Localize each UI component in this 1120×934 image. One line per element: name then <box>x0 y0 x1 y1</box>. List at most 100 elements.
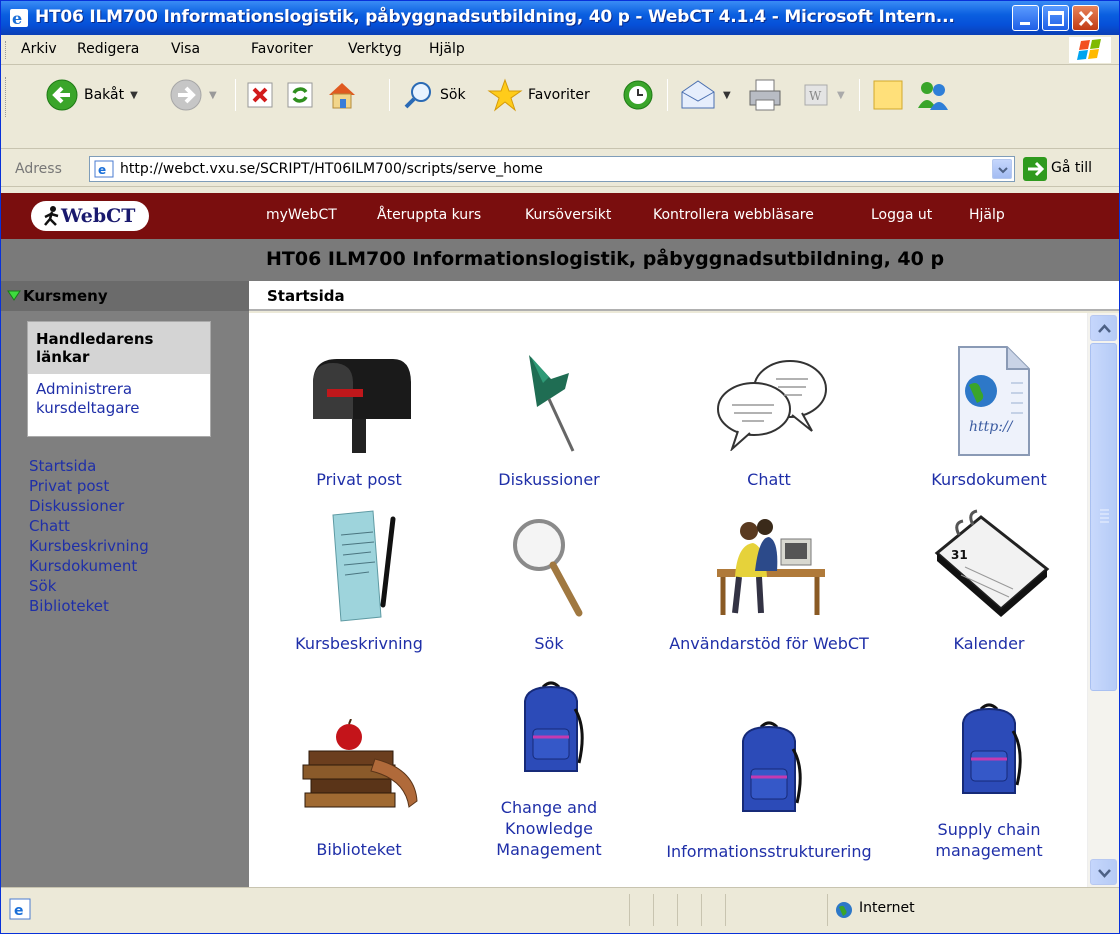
tool-chatt[interactable]: Chatt <box>669 343 869 493</box>
go-label[interactable]: Gå till <box>1051 160 1092 176</box>
back-dropdown-icon[interactable]: ▼ <box>130 90 138 101</box>
scroll-up-button[interactable] <box>1090 315 1117 341</box>
tool-kursdokument[interactable]: http:// Kursdokument <box>899 343 1079 493</box>
tool-label: Diskussioner <box>498 470 600 489</box>
tool-anvandarstod[interactable]: Användarstöd för WebCT <box>649 509 889 659</box>
chevron-down-icon <box>998 167 1008 174</box>
menu-hjalp[interactable]: Hjälp <box>429 41 465 57</box>
messenger-button[interactable] <box>915 73 951 117</box>
edit-dropdown-icon[interactable]: ▼ <box>837 90 845 101</box>
nav-resume-course[interactable]: Återuppta kurs <box>377 207 481 223</box>
printer-icon <box>749 79 781 111</box>
status-bar: e Internet <box>1 887 1119 933</box>
course-menu-links: Startsida Privat post Diskussioner Chatt… <box>29 456 149 616</box>
stop-button[interactable] <box>245 73 275 117</box>
tool-diskussioner[interactable]: Diskussioner <box>459 343 639 493</box>
edit-button[interactable]: W ▼ <box>801 73 845 117</box>
menu-link-kursbeskrivning[interactable]: Kursbeskrivning <box>29 536 149 556</box>
maximize-button[interactable] <box>1042 5 1069 31</box>
vertical-scrollbar[interactable] <box>1087 313 1119 887</box>
windows-logo <box>1069 37 1111 63</box>
tool-label: Kalender <box>953 634 1025 653</box>
refresh-icon <box>287 82 313 108</box>
page-icon: e <box>94 160 114 178</box>
svg-text:http://: http:// <box>969 419 1014 435</box>
menu-link-chatt[interactable]: Chatt <box>29 516 149 536</box>
tool-sok[interactable]: Sök <box>459 509 639 659</box>
pushpin-icon <box>529 355 575 452</box>
administer-students-link[interactable]: Administrera kursdeltagare <box>36 380 139 418</box>
history-button[interactable] <box>621 73 655 117</box>
title-bar: e HT06 ILM700 Informationslogistik, påby… <box>1 1 1119 35</box>
calendar-icon: 31 <box>934 509 1050 617</box>
refresh-button[interactable] <box>285 73 315 117</box>
scroll-down-button[interactable] <box>1090 859 1117 885</box>
menu-link-sok[interactable]: Sök <box>29 576 149 596</box>
instructor-links-title: Handledarens länkar <box>28 322 210 374</box>
status-separator <box>629 894 630 926</box>
course-title: HT06 ILM700 Informationslogistik, påbygg… <box>266 248 945 270</box>
window-title: HT06 ILM700 Informationslogistik, påbygg… <box>35 7 955 27</box>
forward-button[interactable]: ▼ <box>169 73 217 117</box>
nav-help[interactable]: Hjälp <box>969 207 1005 223</box>
tool-supply-chain-management[interactable]: Supply chain management <box>899 679 1079 869</box>
tool-label: Sök <box>534 634 564 653</box>
minimize-icon <box>1020 22 1030 25</box>
nav-mywebct[interactable]: myWebCT <box>266 207 337 223</box>
tool-kursbeskrivning[interactable]: Kursbeskrivning <box>269 509 449 659</box>
course-menu-header[interactable]: Kursmeny <box>1 281 249 311</box>
triangle-down-icon[interactable] <box>7 290 21 302</box>
svg-text:e: e <box>12 9 22 28</box>
menu-link-biblioteket[interactable]: Biblioteket <box>29 596 149 616</box>
tool-privat-post[interactable]: Privat post <box>269 343 449 493</box>
menu-link-kursdokument[interactable]: Kursdokument <box>29 556 149 576</box>
minimize-button[interactable] <box>1012 5 1039 31</box>
menu-favoriter[interactable]: Favoriter <box>251 41 313 57</box>
tool-label: Användarstöd för WebCT <box>669 634 869 653</box>
search-button[interactable]: Sök <box>401 73 466 117</box>
address-input[interactable]: e http://webct.vxu.se/SCRIPT/HT06ILM700/… <box>89 156 1015 182</box>
back-button[interactable]: Bakåt ▼ <box>45 73 138 117</box>
mail-button[interactable]: ▼ <box>679 73 731 117</box>
course-menu-title: Kursmeny <box>23 287 108 305</box>
close-icon <box>1078 10 1094 27</box>
tool-informationsstrukturering[interactable]: Informationsstrukturering <box>649 679 889 869</box>
menu-arkiv[interactable]: Arkiv <box>21 41 57 57</box>
tool-biblioteket[interactable]: Biblioteket <box>269 679 449 869</box>
tool-label: Kursdokument <box>931 470 1047 489</box>
section-header: Startsida <box>249 281 1119 311</box>
tool-kalender[interactable]: 31 Kalender <box>899 509 1079 659</box>
menu-link-diskussioner[interactable]: Diskussioner <box>29 496 149 516</box>
tool-label-line: Knowledge <box>505 819 593 838</box>
menu-verktyg[interactable]: Verktyg <box>348 41 402 57</box>
menu-visa[interactable]: Visa <box>171 41 200 57</box>
go-button[interactable] <box>1023 157 1047 181</box>
mail-dropdown-icon[interactable]: ▼ <box>723 90 731 101</box>
forward-dropdown-icon[interactable]: ▼ <box>209 90 217 101</box>
print-button[interactable] <box>747 73 783 117</box>
nav-course-overview[interactable]: Kursöversikt <box>525 207 611 223</box>
menu-redigera[interactable]: Redigera <box>77 41 139 57</box>
nav-check-browser[interactable]: Kontrollera webbläsare <box>653 207 814 223</box>
menu-link-privat-post[interactable]: Privat post <box>29 476 149 496</box>
mailbox-icon <box>313 359 411 453</box>
tool-change-knowledge-management[interactable]: Change and Knowledge Management <box>459 679 639 869</box>
nav-logout[interactable]: Logga ut <box>871 207 932 223</box>
discuss-button[interactable] <box>871 73 905 117</box>
notepad-pen-icon <box>332 510 396 622</box>
scroll-thumb[interactable] <box>1090 343 1117 691</box>
home-icon <box>329 83 355 109</box>
chat-bubbles-icon <box>717 360 827 451</box>
favorites-button[interactable]: Favoriter <box>487 73 590 117</box>
home-button[interactable] <box>325 73 359 117</box>
address-dropdown-button[interactable] <box>992 159 1012 179</box>
close-button[interactable] <box>1072 5 1099 31</box>
instructor-links-box: Handledarens länkar Administrera kursdel… <box>27 321 211 437</box>
menu-bar: Arkiv Redigera Visa Favoriter Verktyg Hj… <box>1 35 1119 65</box>
books-apple-icon <box>302 719 418 808</box>
address-bar: Adress e http://webct.vxu.se/SCRIPT/HT06… <box>1 151 1119 187</box>
menu-link-startsida[interactable]: Startsida <box>29 456 149 476</box>
tool-label: Privat post <box>316 470 402 489</box>
runner-figure-icon <box>44 206 59 226</box>
mail-envelope-icon <box>681 80 715 109</box>
